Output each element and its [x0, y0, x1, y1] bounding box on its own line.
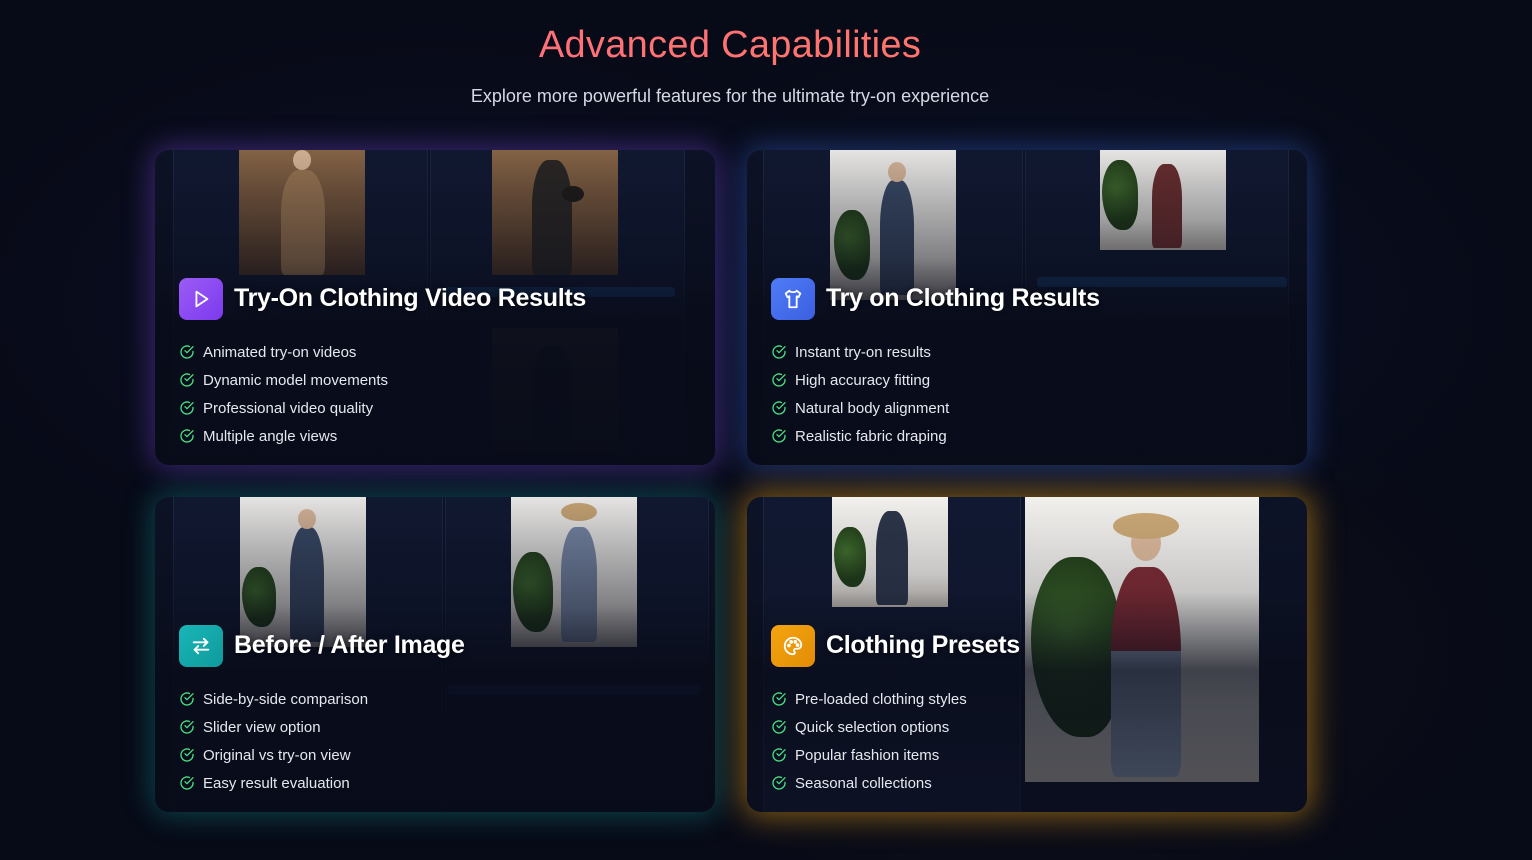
check-circle-icon — [772, 748, 786, 762]
feature-label: Instant try-on results — [795, 343, 931, 361]
section-title: Advanced Capabilities — [0, 24, 1460, 67]
feature-item: Natural body alignment — [771, 394, 949, 422]
feature-card-video-results[interactable]: Try-On Clothing Video Results Animated t… — [155, 150, 715, 465]
feature-item: Instant try-on results — [771, 338, 949, 366]
feature-label: Multiple angle views — [203, 427, 338, 445]
check-circle-icon — [180, 401, 194, 415]
feature-item: Multiple angle views — [179, 422, 388, 450]
feature-item: Animated try-on videos — [179, 338, 388, 366]
card-title: Before / After Image — [234, 631, 465, 659]
check-circle-icon — [180, 373, 194, 387]
card-title: Try on Clothing Results — [826, 284, 1100, 312]
check-circle-icon — [772, 720, 786, 734]
check-circle-icon — [772, 776, 786, 790]
feature-label: Easy result evaluation — [203, 774, 350, 792]
feature-item: Slider view option — [179, 713, 368, 741]
feature-label: Slider view option — [203, 718, 321, 736]
feature-item: Seasonal collections — [771, 769, 967, 797]
play-icon — [195, 290, 209, 308]
check-circle-icon — [772, 373, 786, 387]
feature-item: High accuracy fitting — [771, 366, 949, 394]
feature-item: Side-by-side comparison — [179, 685, 368, 713]
feature-item: Realistic fabric draping — [771, 422, 949, 450]
check-circle-icon — [772, 692, 786, 706]
palette-icon — [783, 636, 803, 656]
check-circle-icon — [180, 692, 194, 706]
feature-label: Popular fashion items — [795, 746, 940, 764]
feature-label: Dynamic model movements — [203, 371, 389, 389]
feature-label: Animated try-on videos — [203, 343, 357, 361]
feature-item: Quick selection options — [771, 713, 967, 741]
card-title: Try-On Clothing Video Results — [234, 284, 586, 312]
card-title: Clothing Presets — [826, 631, 1020, 659]
check-circle-icon — [180, 776, 194, 790]
feature-card-clothing-presets[interactable]: Clothing Presets Pre-loaded clothing sty… — [747, 497, 1307, 812]
swap-arrows-icon-badge — [179, 625, 223, 667]
feature-label: Quick selection options — [795, 718, 950, 736]
play-icon-badge — [179, 278, 223, 320]
feature-list: Pre-loaded clothing styles Quick selecti… — [771, 685, 967, 797]
shirt-icon-badge — [771, 278, 815, 320]
palette-icon-badge — [771, 625, 815, 667]
feature-item: Easy result evaluation — [179, 769, 368, 797]
feature-card-before-after[interactable]: Before / After Image Side-by-side compar… — [155, 497, 715, 812]
feature-label: High accuracy fitting — [795, 371, 931, 389]
check-circle-icon — [180, 748, 194, 762]
check-circle-icon — [180, 345, 194, 359]
shirt-icon — [784, 289, 802, 309]
feature-label: Professional video quality — [203, 399, 374, 417]
swap-arrows-icon — [192, 637, 210, 655]
section-subtitle: Explore more powerful features for the u… — [470, 86, 990, 106]
feature-item: Original vs try-on view — [179, 741, 368, 769]
feature-list: Animated try-on videos Dynamic model mov… — [179, 338, 388, 450]
check-circle-icon — [180, 720, 194, 734]
feature-label: Natural body alignment — [795, 399, 950, 417]
feature-item: Popular fashion items — [771, 741, 967, 769]
check-circle-icon — [180, 429, 194, 443]
feature-list: Side-by-side comparison Slider view opti… — [179, 685, 368, 797]
feature-label: Pre-loaded clothing styles — [795, 690, 967, 708]
feature-list: Instant try-on results High accuracy fit… — [771, 338, 949, 450]
check-circle-icon — [772, 401, 786, 415]
feature-card-clothing-results[interactable]: Try on Clothing Results Instant try-on r… — [747, 150, 1307, 465]
feature-label: Side-by-side comparison — [203, 690, 369, 708]
feature-item: Professional video quality — [179, 394, 388, 422]
feature-label: Realistic fabric draping — [795, 427, 947, 445]
check-circle-icon — [772, 345, 786, 359]
feature-label: Original vs try-on view — [203, 746, 351, 764]
feature-item: Dynamic model movements — [179, 366, 388, 394]
feature-label: Seasonal collections — [795, 774, 932, 792]
check-circle-icon — [772, 429, 786, 443]
feature-item: Pre-loaded clothing styles — [771, 685, 967, 713]
